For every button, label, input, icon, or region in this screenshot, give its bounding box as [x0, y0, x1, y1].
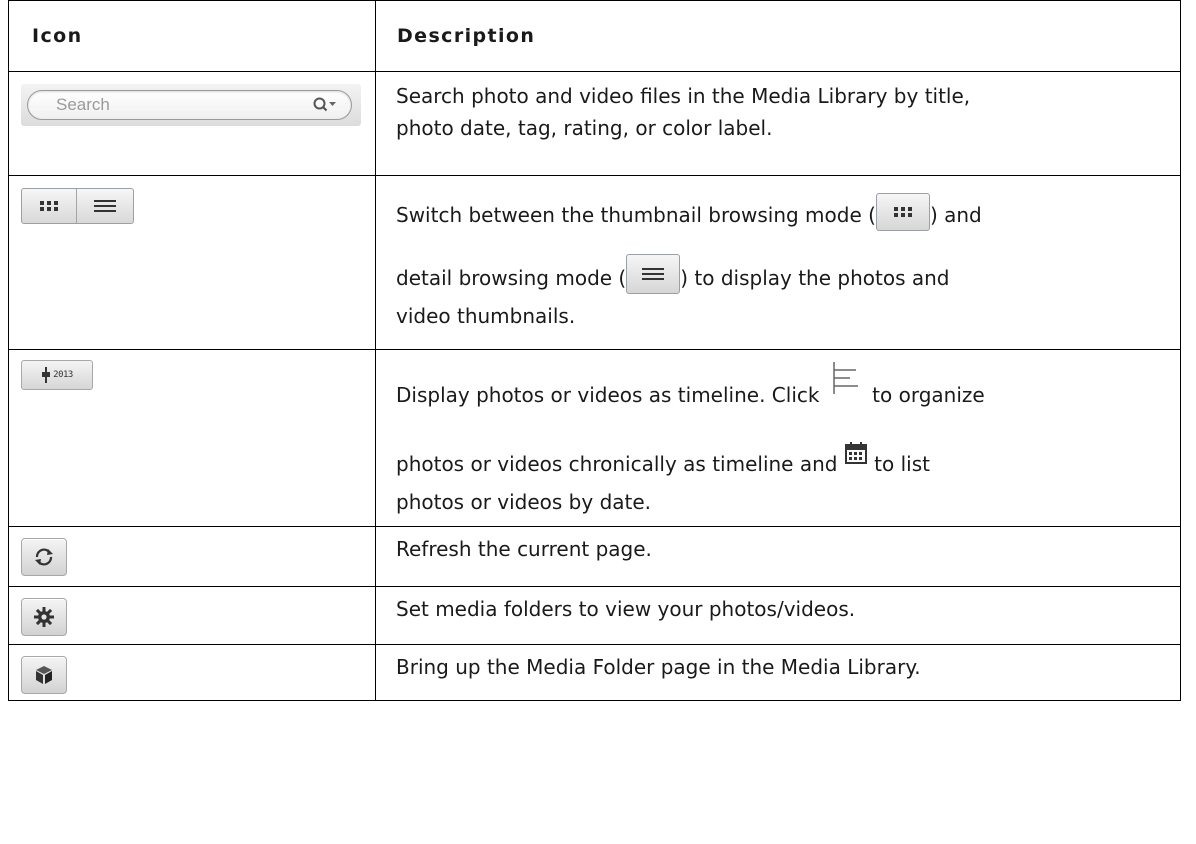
description-cell: Bring up the Media Folder page in the Me…	[375, 644, 1181, 701]
description-line: Search photo and video files in the Medi…	[396, 84, 971, 108]
refresh-icon	[35, 548, 53, 566]
table-row: Switch between the thumbnail browsing mo…	[8, 175, 1181, 350]
refresh-button[interactable]	[21, 538, 67, 576]
description-column-header: Description	[375, 0, 1181, 72]
search-placeholder: Search	[56, 95, 110, 114]
timeline-organize-icon	[826, 358, 866, 396]
description-line: Set media folders to view your photos/vi…	[396, 597, 856, 621]
search-icon[interactable]	[313, 97, 337, 113]
thumbnail-mode-button[interactable]	[22, 189, 76, 223]
table-row: Refresh the current page.	[8, 526, 1181, 587]
description-line: Switch between the thumbnail browsing mo…	[396, 184, 1164, 247]
grid-icon	[40, 201, 58, 211]
icon-header-label: Icon	[32, 25, 83, 47]
description-cell: Search photo and video files in the Medi…	[375, 71, 1181, 176]
description-header-label: Description	[397, 25, 536, 47]
icon-column-header: Icon	[8, 0, 376, 72]
timeline-icon	[42, 367, 51, 383]
table-row: Set media folders to view your photos/vi…	[8, 586, 1181, 645]
timeline-button[interactable]: 2013	[21, 360, 93, 390]
icon-description-table: Icon Description Search Search photo and…	[8, 0, 1181, 701]
thumbnail-mode-icon	[875, 193, 930, 231]
gear-icon	[34, 607, 54, 627]
cube-icon	[36, 666, 52, 684]
timeline-year-label: 2013	[53, 370, 73, 380]
description-line: Display photos or videos as timeline. Cl…	[396, 358, 1164, 427]
table-row: Bring up the Media Folder page in the Me…	[8, 644, 1181, 701]
description-cell: Switch between the thumbnail browsing mo…	[375, 175, 1181, 350]
icon-cell	[8, 526, 376, 587]
table-header-row: Icon Description	[8, 0, 1181, 72]
detail-mode-button[interactable]	[76, 189, 133, 223]
description-cell: Refresh the current page.	[375, 526, 1181, 587]
calendar-icon	[844, 427, 868, 464]
icon-cell	[8, 644, 376, 701]
description-line: Bring up the Media Folder page in the Me…	[396, 655, 921, 679]
description-cell: Display photos or videos as timeline. Cl…	[375, 349, 1181, 527]
media-folder-button[interactable]	[21, 656, 67, 694]
table-row: Search Search photo and video files in t…	[8, 71, 1181, 176]
search-field[interactable]: Search	[21, 84, 361, 126]
icon-cell	[8, 175, 376, 350]
browse-mode-toggle[interactable]	[21, 188, 134, 224]
description-line: Refresh the current page.	[396, 537, 652, 561]
search-input[interactable]: Search	[27, 90, 352, 120]
icon-cell	[8, 586, 376, 645]
settings-button[interactable]	[21, 598, 67, 636]
description-cell: Set media folders to view your photos/vi…	[375, 586, 1181, 645]
detail-mode-icon	[626, 254, 681, 294]
table-row: 2013 Display photos or videos as timelin…	[8, 349, 1181, 527]
icon-cell: Search	[8, 71, 376, 176]
description-line: photo date, tag, rating, or color label.	[396, 116, 773, 140]
list-icon	[94, 200, 116, 212]
icon-cell: 2013	[8, 349, 376, 527]
